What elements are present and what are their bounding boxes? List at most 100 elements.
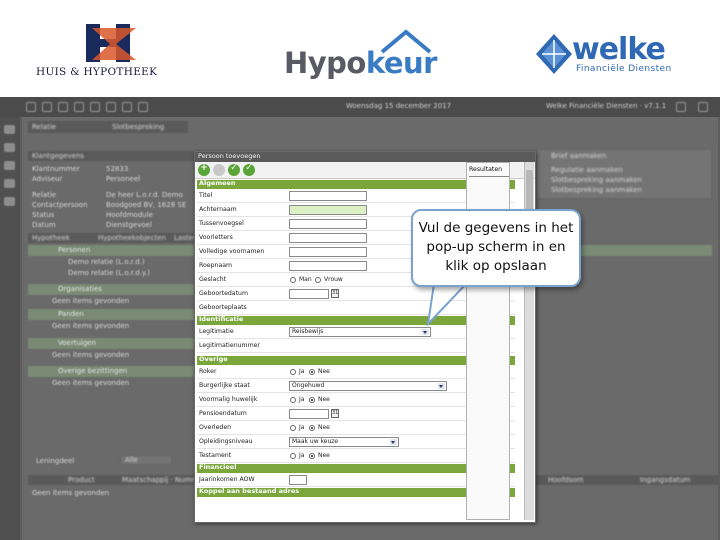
left-tool-icon-4[interactable] (4, 179, 15, 188)
monitor-icon[interactable] (676, 102, 686, 112)
bottom-filter-select[interactable]: Alle (120, 455, 172, 465)
section-personen[interactable]: Personen (28, 245, 194, 256)
testament-ja[interactable] (290, 453, 296, 459)
burgerlijke-staat-select[interactable]: Ongehuwd (289, 381, 447, 391)
left-tool-icon-2[interactable] (4, 143, 15, 152)
col-maatschappij[interactable]: Maatschappij · Nummer (122, 476, 206, 484)
label-tussenvoegsel: Tussenvoegsel (199, 220, 244, 227)
row-label-2: Adviseur (32, 175, 63, 183)
right-actions-panel: Brief aanmaken Regulatie aanmaken Slotbe… (536, 149, 712, 199)
chevron-down-icon (438, 383, 445, 389)
personen-row-1[interactable]: Demo relatie (L.o.r.d.) (68, 258, 145, 266)
search-icon[interactable] (74, 102, 84, 112)
back-icon[interactable] (26, 102, 36, 112)
section-identificatie-title: Identificatie (199, 315, 244, 323)
voertuigen-empty: Geen items gevonden (52, 351, 130, 359)
tab-hypotheek[interactable]: Hypotheek (32, 234, 70, 242)
col-ingangsdatum[interactable]: Ingangsdatum (640, 476, 691, 484)
home-icon[interactable] (58, 102, 68, 112)
welke-tagline: Financiële Diensten (576, 64, 672, 74)
tab-strip: Hypotheek Hypotheekobjecten Lasten (28, 233, 197, 243)
testament-nee-label: Nee (318, 452, 330, 459)
forward-icon[interactable] (42, 102, 52, 112)
radio-vrouw[interactable] (315, 277, 321, 283)
radio-man[interactable] (290, 277, 296, 283)
titel-input[interactable] (289, 191, 367, 201)
personen-row-2[interactable]: Demo relatie (L.o.r.d.y.) (68, 269, 150, 277)
label-roepnaam: Roepnaam (199, 262, 233, 269)
pensioendatum-input[interactable] (289, 409, 329, 419)
label-opleidingsniveau: Opleidingsniveau (199, 438, 253, 445)
roker-nee-label: Nee (318, 368, 330, 375)
slotbespreking-tab[interactable]: Slotbespreking (112, 123, 164, 131)
achternaam-input[interactable] (289, 205, 367, 215)
label-geboorteplaats: Geboorteplaats (199, 304, 247, 311)
save-close-button[interactable]: ✓ (243, 163, 255, 176)
relatie-tab[interactable]: Relatie (32, 123, 56, 131)
section-overige-title-popup: Overige (199, 355, 228, 363)
add-button[interactable]: + (198, 163, 210, 176)
calendar-icon[interactable]: 31 (331, 409, 339, 418)
label-volledige-voornamen: Volledige voornamen (199, 248, 265, 255)
row-value-6: Dienstgevoel (106, 221, 152, 229)
col-product[interactable]: Product (68, 476, 95, 484)
tools-icon[interactable] (122, 102, 132, 112)
hypokeur-part-b: keur (365, 46, 438, 80)
results-divider (469, 176, 509, 177)
left-tool-icon-5[interactable] (4, 197, 15, 206)
right-panel-title[interactable]: Brief aanmaken (551, 152, 606, 160)
left-toolbar (0, 117, 20, 540)
right-panel-item-1[interactable]: Regulatie aanmaken (551, 166, 623, 174)
legitimatie-value: Reisbewijs (292, 328, 324, 335)
bottom-filter-label: Leningdeel (36, 457, 75, 465)
tab-hypotheekobjecten[interactable]: Hypotheekobjecten (98, 234, 166, 242)
overleden-ja[interactable] (290, 425, 296, 431)
label-testament: Testament (199, 452, 232, 459)
tussenvoegsel-input[interactable] (289, 219, 367, 229)
disabled-button[interactable] (213, 164, 225, 176)
row-value-5: Hoofdmodule (106, 211, 153, 219)
section-overige-bezittingen[interactable]: Overige bezittingen (28, 366, 194, 377)
huwelijk-ja[interactable] (290, 397, 296, 403)
opleidingsniveau-select[interactable]: Maak uw keuze (289, 437, 399, 447)
bottom-filter-value: Alle (125, 456, 138, 464)
section-voertuigen[interactable]: Voertuigen (28, 338, 194, 349)
roker-ja[interactable] (290, 369, 296, 375)
label-burgerlijke-staat: Burgerlijke staat (199, 382, 250, 389)
label-geboortedatum: Geboortedatum (199, 290, 248, 297)
section-personen-title: Personen (58, 246, 91, 254)
volledige-voornamen-input[interactable] (289, 247, 367, 257)
menu-icon[interactable] (698, 102, 708, 112)
voorletters-input[interactable] (289, 233, 367, 243)
col-hoofdsom[interactable]: Hoofdsom (548, 476, 584, 484)
section-panden[interactable]: Panden (28, 309, 194, 320)
edit-icon[interactable] (106, 102, 116, 112)
label-voorletters: Voorletters (199, 234, 233, 241)
calendar-icon[interactable]: 31 (331, 289, 339, 298)
pen-icon[interactable] (138, 102, 148, 112)
hypokeur-wordmark: Hypokeur (284, 46, 437, 80)
settings-icon[interactable] (90, 102, 100, 112)
right-panel-item-2[interactable]: Slotbespreking aanmaken (551, 176, 642, 184)
save-button[interactable]: ✓ (228, 163, 240, 176)
overleden-nee[interactable] (309, 425, 315, 431)
legitimatie-select[interactable]: Reisbewijs (289, 327, 431, 337)
right-panel-item-3[interactable]: Slotbespreking aanmaken (551, 186, 642, 194)
section-organisaties[interactable]: Organisaties (28, 284, 194, 295)
section-financieel-title: Financieel (199, 463, 237, 471)
jaarinkomen-input[interactable] (289, 475, 307, 485)
overleden-nee-label: Nee (318, 424, 330, 431)
testament-nee[interactable] (309, 453, 315, 459)
geboortedatum-input[interactable] (289, 289, 329, 299)
left-tool-icon-1[interactable] (4, 125, 15, 134)
roker-nee[interactable] (309, 369, 315, 375)
section-organisaties-title: Organisaties (58, 285, 102, 293)
roepnaam-input[interactable] (289, 261, 367, 271)
huwelijk-nee[interactable] (309, 397, 315, 403)
organisaties-empty: Geen items gevonden (52, 297, 130, 305)
row-value-2: Personeel (106, 175, 141, 183)
left-tool-icon-3[interactable] (4, 161, 15, 170)
relatie-header-label: Klantgegevens (32, 152, 85, 160)
huwelijk-ja-label: Ja (299, 396, 305, 403)
topbar-user: Welke Financiële Diensten · v7.1.1 (546, 102, 667, 110)
